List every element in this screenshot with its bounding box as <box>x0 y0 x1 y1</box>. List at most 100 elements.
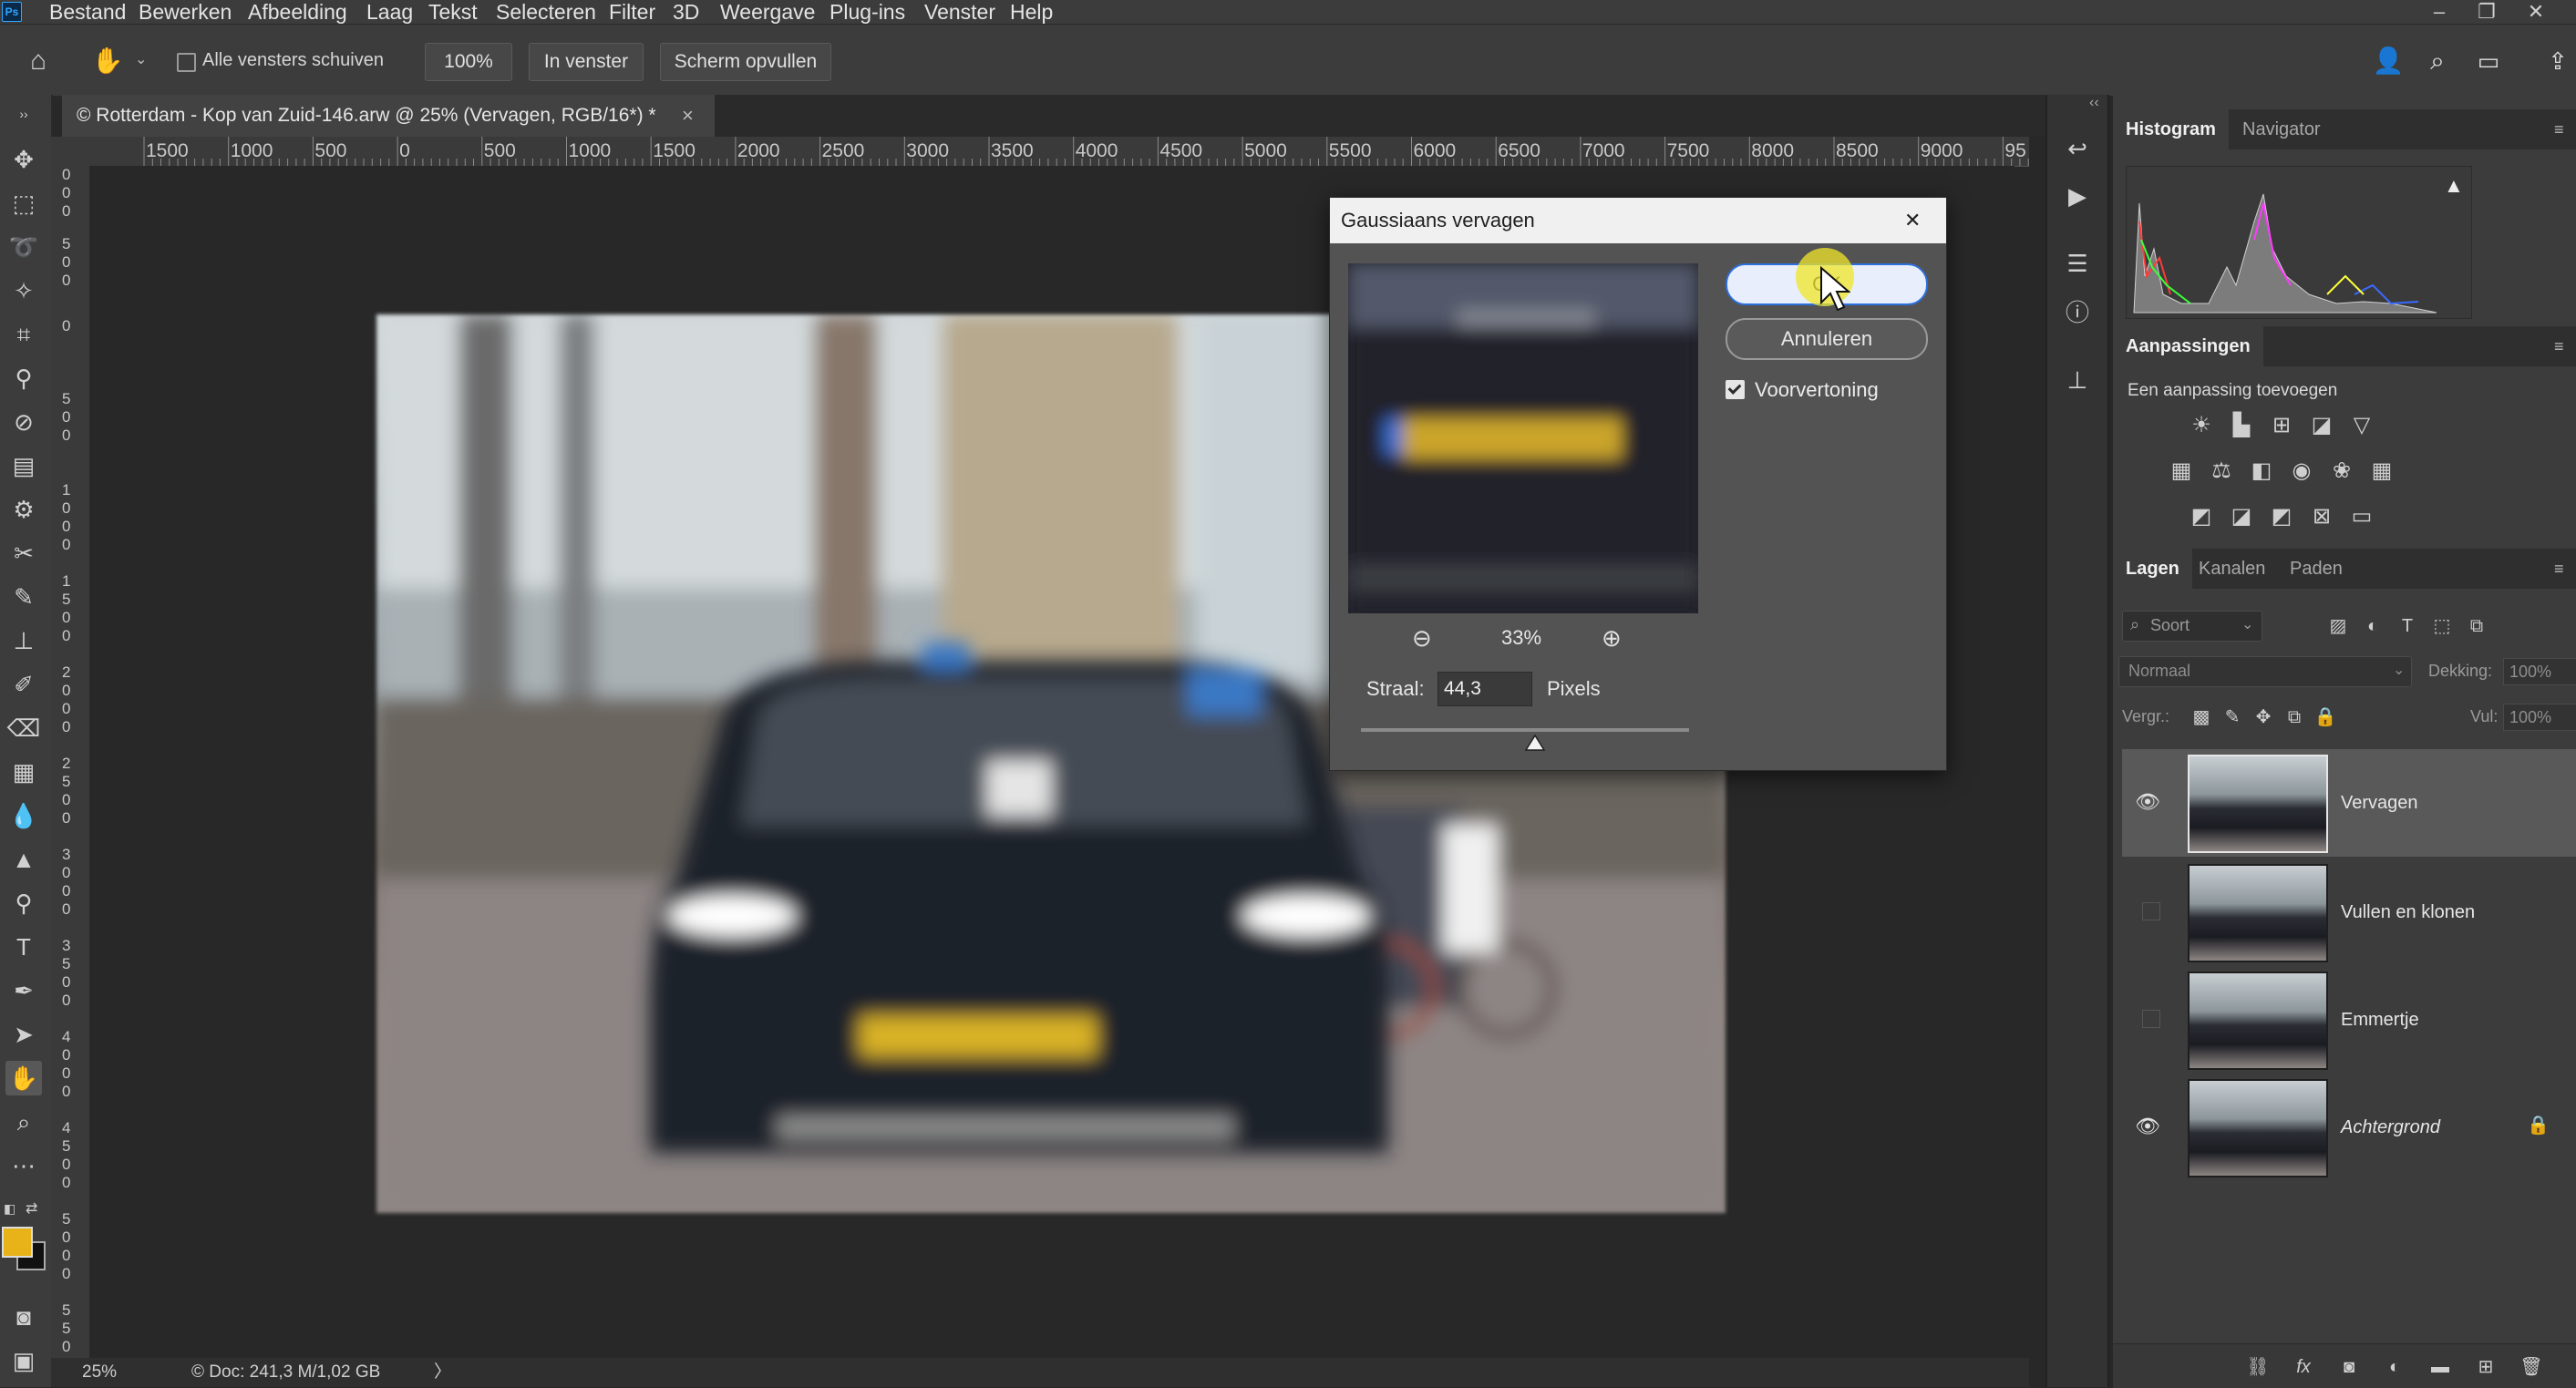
minimize-icon[interactable]: – <box>2419 0 2459 24</box>
workspace-icon[interactable]: ▭ <box>2470 43 2507 79</box>
quick-mask-icon[interactable]: ◙ <box>5 1300 42 1334</box>
blur-preview[interactable] <box>1348 263 1698 613</box>
black-white-icon[interactable]: ◧ <box>2248 458 2275 485</box>
visibility-toggle[interactable] <box>2142 902 2160 920</box>
radius-slider-handle[interactable] <box>1524 734 1546 752</box>
layer-row[interactable]: 👁 Achtergrond 🔒 <box>2122 1074 2576 1181</box>
levels-icon[interactable]: ▙ <box>2228 412 2255 439</box>
exposure-icon[interactable]: ◪ <box>2308 412 2335 439</box>
tab-navigator[interactable]: Navigator <box>2230 109 2334 149</box>
preview-checkbox[interactable] <box>1726 380 1745 399</box>
frame-tool-icon[interactable]: ⚙ <box>5 492 42 527</box>
delete-layer-icon[interactable]: 🗑 <box>2518 1353 2545 1381</box>
layer-row[interactable]: Vullen en klonen <box>2122 859 2576 966</box>
move-tool-icon[interactable]: ✥ <box>5 142 42 177</box>
zoom-out-icon[interactable]: ⊖ <box>1412 624 1432 653</box>
visibility-eye-icon[interactable]: 👁 <box>2135 789 2160 815</box>
link-layers-icon[interactable]: ⛓ <box>2244 1353 2272 1381</box>
marquee-tool-icon[interactable]: ⬚ <box>5 186 42 221</box>
properties-panel-icon[interactable]: ☰ <box>2060 246 2095 281</box>
foreground-color-swatch[interactable] <box>2 1227 33 1258</box>
screen-mode-icon[interactable]: ▣ <box>5 1343 42 1378</box>
info-panel-icon[interactable]: ⓘ <box>2060 295 2095 330</box>
layer-row[interactable]: Emmertje <box>2122 966 2576 1074</box>
menu-filter[interactable]: Filter <box>609 0 655 24</box>
panel-menu-icon[interactable]: ≡ <box>2554 120 2564 139</box>
search-icon[interactable]: ⌕ <box>2419 43 2456 79</box>
lock-icon[interactable]: 🔒 <box>2527 1114 2550 1136</box>
magic-wand-tool-icon[interactable]: ✧ <box>5 273 42 308</box>
eyedropper-tool-icon[interactable]: ⚲ <box>5 361 42 396</box>
lasso-tool-icon[interactable]: ➰ <box>5 230 42 264</box>
zoom-100-button[interactable]: 100% <box>425 43 512 81</box>
restore-icon[interactable]: ❐ <box>2467 0 2507 24</box>
photo-filter-icon[interactable]: ◉ <box>2288 458 2315 485</box>
radius-slider-track[interactable] <box>1361 728 1689 732</box>
dodge-tool-icon[interactable]: ⚲ <box>5 886 42 920</box>
color-lookup-icon[interactable]: ▦ <box>2368 458 2396 485</box>
spot-healing-tool-icon[interactable]: ⊘ <box>5 405 42 439</box>
fill-input[interactable]: 100% <box>2503 704 2576 731</box>
menu-bewerken[interactable]: Bewerken <box>139 0 232 24</box>
new-adjustment-icon[interactable]: ◐ <box>2381 1353 2408 1381</box>
close-tab-icon[interactable]: × <box>682 95 694 137</box>
menu-plugins[interactable]: Plug-ins <box>829 0 905 24</box>
document-tab[interactable]: © Rotterdam - Kop van Zuid-146.arw @ 25%… <box>62 95 715 137</box>
filter-shape-icon[interactable]: ⬚ <box>2428 612 2456 640</box>
pen-tool-icon[interactable]: ✒ <box>5 973 42 1008</box>
brightness-icon[interactable]: ☀ <box>2188 412 2215 439</box>
gradient-map-icon[interactable]: ▭ <box>2348 503 2375 530</box>
close-window-icon[interactable]: ✕ <box>2516 0 2556 24</box>
eraser-tool-icon[interactable]: ⌫ <box>5 711 42 745</box>
layer-name[interactable]: Achtergrond <box>2341 1074 2440 1181</box>
new-layer-icon[interactable]: ⊞ <box>2472 1353 2499 1381</box>
filter-adjustment-icon[interactable]: ◐ <box>2359 612 2386 640</box>
lock-all-icon[interactable]: 🔒 <box>2312 704 2339 731</box>
curves-icon[interactable]: ⊞ <box>2268 412 2295 439</box>
invert-icon[interactable]: ◩ <box>2188 503 2215 530</box>
visibility-toggle[interactable] <box>2142 1010 2160 1028</box>
default-colors-icon[interactable]: ◧ <box>4 1201 18 1216</box>
visibility-eye-icon[interactable]: 👁 <box>2135 1114 2160 1139</box>
cancel-button[interactable]: Annuleren <box>1726 318 1928 360</box>
add-mask-icon[interactable]: ◙ <box>2335 1353 2363 1381</box>
layer-row[interactable]: 👁 Vervagen <box>2122 749 2576 857</box>
threshold-icon[interactable]: ◩ <box>2268 503 2295 530</box>
chevron-down-icon[interactable]: ⌄ <box>135 50 147 68</box>
panel-menu-icon[interactable]: ≡ <box>2554 560 2564 579</box>
hue-saturation-icon[interactable]: ▦ <box>2168 458 2195 485</box>
menu-weergave[interactable]: Weergave <box>720 0 815 24</box>
filter-type-icon[interactable]: T <box>2394 612 2421 640</box>
new-group-icon[interactable]: ▬ <box>2427 1353 2454 1381</box>
share-icon[interactable]: ⇪ <box>2540 43 2576 79</box>
sharpen-tool-icon[interactable]: ▲ <box>5 842 42 877</box>
selective-color-icon[interactable]: ⊠ <box>2308 503 2335 530</box>
scroll-all-windows-checkbox[interactable] <box>177 53 196 72</box>
photoshop-logo-icon[interactable]: Ps <box>2 2 22 22</box>
menu-selecteren[interactable]: Selecteren <box>496 0 596 24</box>
tab-adjustments[interactable]: Aanpassingen <box>2113 326 2263 366</box>
menu-laag[interactable]: Laag <box>366 0 413 24</box>
color-balance-icon[interactable]: ⚖ <box>2208 458 2235 485</box>
posterize-icon[interactable]: ◪ <box>2228 503 2255 530</box>
status-menu-arrow-icon[interactable]: 〉 <box>434 1358 451 1387</box>
menu-3d[interactable]: 3D <box>673 0 699 24</box>
filter-smart-object-icon[interactable]: ⧉ <box>2463 612 2490 640</box>
menu-afbeelding[interactable]: Afbeelding <box>248 0 347 24</box>
tab-channels[interactable]: Kanalen <box>2186 549 2278 589</box>
layer-kind-filter[interactable]: ⌕ Soort ⌄ <box>2122 611 2262 642</box>
fx-icon[interactable]: fx <box>2290 1353 2317 1381</box>
menu-bestand[interactable]: Bestand <box>49 0 126 24</box>
share-user-icon[interactable]: 👤 <box>2370 43 2406 79</box>
vibrance-icon[interactable]: ▽ <box>2348 412 2375 439</box>
menu-help[interactable]: Help <box>1010 0 1053 24</box>
hand-tool-icon[interactable]: ✋ <box>5 1061 42 1095</box>
lock-image-icon[interactable]: ✎ <box>2219 704 2246 731</box>
blur-tool-icon[interactable]: 💧 <box>5 798 42 833</box>
fit-window-button[interactable]: In venster <box>529 43 644 81</box>
zoom-in-icon[interactable]: ⊕ <box>1602 624 1622 653</box>
collapse-panels-icon[interactable]: ‹‹ <box>2089 95 2099 111</box>
swap-colors-icon[interactable]: ⇄ <box>26 1199 42 1217</box>
menu-venster[interactable]: Venster <box>924 0 995 24</box>
history-brush-tool-icon[interactable]: ✐ <box>5 667 42 702</box>
